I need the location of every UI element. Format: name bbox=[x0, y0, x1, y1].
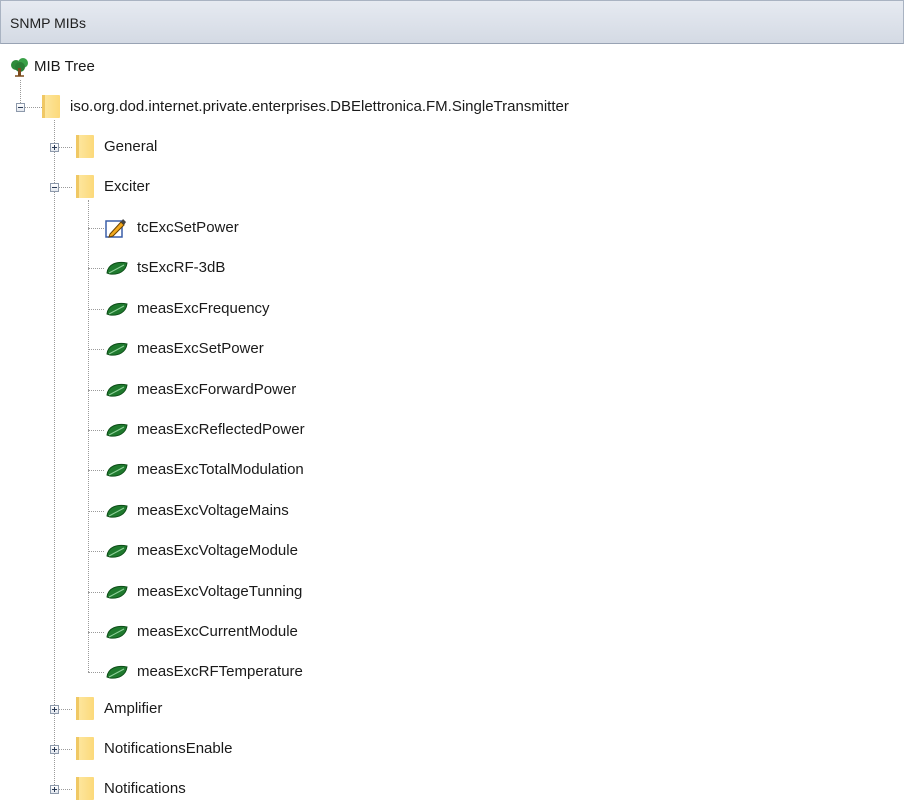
leaf-icon bbox=[105, 341, 129, 357]
tree-connector bbox=[25, 107, 42, 108]
group-expand-toggle[interactable] bbox=[50, 705, 59, 714]
tree-connector bbox=[59, 187, 72, 188]
tree-connector bbox=[88, 430, 104, 431]
folder-icon bbox=[76, 777, 94, 800]
leaf-icon bbox=[105, 584, 129, 600]
leaf-icon bbox=[105, 422, 129, 438]
module-collapse-toggle[interactable] bbox=[16, 103, 25, 112]
tree-connector bbox=[88, 551, 104, 552]
tree-connector bbox=[88, 632, 104, 633]
tree-node-tsexcrf-3db[interactable]: tsExcRF-3dB bbox=[137, 259, 225, 276]
leaf-icon bbox=[105, 260, 129, 276]
tree-connector bbox=[88, 349, 104, 350]
tree-group-amplifier[interactable]: Amplifier bbox=[104, 700, 162, 717]
module-label[interactable]: iso.org.dod.internet.private.enterprises… bbox=[70, 98, 569, 115]
folder-icon bbox=[76, 135, 94, 158]
group-expand-toggle[interactable] bbox=[50, 143, 59, 152]
tree-node-measexcrftemperature[interactable]: measExcRFTemperature bbox=[137, 663, 303, 680]
leaf-icon bbox=[105, 462, 129, 478]
tree-group-exciter[interactable]: Exciter bbox=[104, 178, 150, 195]
folder-icon bbox=[76, 737, 94, 760]
tree-node-measexcvoltagemains[interactable]: measExcVoltageMains bbox=[137, 502, 289, 519]
folder-icon bbox=[76, 175, 94, 198]
pencil-edit-icon bbox=[105, 217, 127, 239]
tree-connector bbox=[54, 120, 55, 789]
tree-node-measexcforwardpower[interactable]: measExcForwardPower bbox=[137, 381, 296, 398]
tree-node-measexcvoltagemodule[interactable]: measExcVoltageModule bbox=[137, 542, 298, 559]
tree-connector bbox=[59, 147, 72, 148]
tree-group-notifications[interactable]: Notifications bbox=[104, 780, 186, 797]
leaf-icon bbox=[105, 543, 129, 559]
leaf-icon bbox=[105, 664, 129, 680]
tree-connector bbox=[88, 511, 104, 512]
tree-connector bbox=[88, 390, 104, 391]
tree-node-measexctotalmodulation[interactable]: measExcTotalModulation bbox=[137, 461, 304, 478]
tree-connector bbox=[88, 470, 104, 471]
tree-connector bbox=[59, 709, 72, 710]
folder-icon bbox=[42, 95, 60, 118]
mib-tree: MIB Tree iso.org.dod.internet.private.ent… bbox=[0, 0, 906, 804]
tree-connector bbox=[88, 228, 104, 229]
group-collapse-toggle[interactable] bbox=[50, 183, 59, 192]
tree-node-measexcreflectedpower[interactable]: measExcReflectedPower bbox=[137, 421, 305, 438]
tree-root-label[interactable]: MIB Tree bbox=[34, 58, 95, 75]
tree-connector bbox=[88, 672, 104, 673]
tree-node-measexccurrentmodule[interactable]: measExcCurrentModule bbox=[137, 623, 298, 640]
leaf-icon bbox=[105, 503, 129, 519]
group-expand-toggle[interactable] bbox=[50, 745, 59, 754]
leaf-icon bbox=[105, 624, 129, 640]
tree-connector bbox=[88, 309, 104, 310]
leaf-icon bbox=[105, 301, 129, 317]
group-expand-toggle[interactable] bbox=[50, 785, 59, 794]
tree-connector bbox=[88, 592, 104, 593]
tree-node-measexcsetpower[interactable]: measExcSetPower bbox=[137, 340, 264, 357]
tree-icon bbox=[9, 57, 31, 77]
leaf-icon bbox=[105, 382, 129, 398]
tree-node-measexcfrequency[interactable]: measExcFrequency bbox=[137, 300, 270, 317]
tree-connector bbox=[88, 268, 104, 269]
tree-connector bbox=[59, 749, 72, 750]
tree-connector bbox=[59, 789, 72, 790]
folder-icon bbox=[76, 697, 94, 720]
tree-connector bbox=[20, 80, 21, 103]
tree-node-tcexcsetpower[interactable]: tcExcSetPower bbox=[137, 219, 239, 236]
tree-group-general[interactable]: General bbox=[104, 138, 157, 155]
tree-group-notificationsenable[interactable]: NotificationsEnable bbox=[104, 740, 232, 757]
tree-node-measexcvoltagetunning[interactable]: measExcVoltageTunning bbox=[137, 583, 302, 600]
tree-connector bbox=[88, 200, 89, 673]
